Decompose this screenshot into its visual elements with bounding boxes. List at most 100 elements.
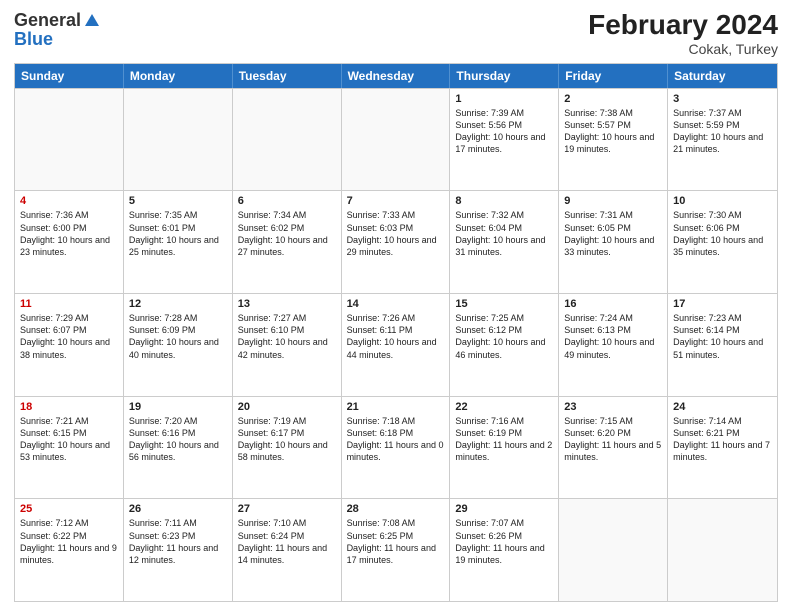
day-info: Sunrise: 7:16 AM Sunset: 6:19 PM Dayligh… [455,416,552,462]
day-info: Sunrise: 7:36 AM Sunset: 6:00 PM Dayligh… [20,210,110,256]
calendar-row-2: 4 Sunrise: 7:36 AM Sunset: 6:00 PM Daylig… [15,190,777,293]
day-info: Sunrise: 7:24 AM Sunset: 6:13 PM Dayligh… [564,313,654,359]
day-number: 3 [673,93,772,105]
day-number: 15 [455,298,553,310]
calendar-row-5: 25Sunrise: 7:12 AM Sunset: 6:22 PM Dayli… [15,498,777,601]
day-cell-7: 7Sunrise: 7:33 AM Sunset: 6:03 PM Daylig… [342,191,451,293]
empty-cell [124,89,233,191]
day-info: Sunrise: 7:07 AM Sunset: 6:26 PM Dayligh… [455,518,544,564]
calendar-body: 1 Sunrise: 7:39 AM Sunset: 5:56 PM Daylig… [15,88,777,601]
day-cell-12: 12 Sunrise: 7:28 AM Sunset: 6:09 PM Dayli… [124,294,233,396]
calendar-row-4: 18 Sunrise: 7:21 AM Sunset: 6:15 PM Dayli… [15,396,777,499]
logo-icon [83,12,101,30]
header: General Blue February 2024 Cokak, Turkey [14,10,778,57]
day-number: 16 [564,298,662,310]
day-cell-4: 4 Sunrise: 7:36 AM Sunset: 6:00 PM Daylig… [15,191,124,293]
day-cell-22: 22 Sunrise: 7:16 AM Sunset: 6:19 PM Dayli… [450,397,559,499]
day-cell-8: 8Sunrise: 7:32 AM Sunset: 6:04 PM Daylig… [450,191,559,293]
day-cell-3: 3 Sunrise: 7:37 AM Sunset: 5:59 PM Daylig… [668,89,777,191]
day-number: 4 [20,195,118,207]
day-cell-14: 14 Sunrise: 7:26 AM Sunset: 6:11 PM Dayli… [342,294,451,396]
title-block: February 2024 Cokak, Turkey [588,10,778,57]
day-info: Sunrise: 7:26 AM Sunset: 6:11 PM Dayligh… [347,313,437,359]
day-number: 28 [347,503,445,515]
day-cell-16: 16 Sunrise: 7:24 AM Sunset: 6:13 PM Dayli… [559,294,668,396]
day-cell-27: 27 Sunrise: 7:10 AM Sunset: 6:24 PM Dayli… [233,499,342,601]
logo-general-text: General [14,10,81,31]
day-number: 13 [238,298,336,310]
day-number: 9 [564,195,662,207]
day-cell-28: 28 Sunrise: 7:08 AM Sunset: 6:25 PM Dayli… [342,499,451,601]
day-info: Sunrise: 7:35 AM Sunset: 6:01 PM Dayligh… [129,210,219,256]
day-info: Sunrise: 7:23 AM Sunset: 6:14 PM Dayligh… [673,313,763,359]
page: General Blue February 2024 Cokak, Turkey… [0,0,792,612]
empty-cell [15,89,124,191]
day-number: 14 [347,298,445,310]
header-saturday: Saturday [668,64,777,88]
day-cell-1: 1 Sunrise: 7:39 AM Sunset: 5:56 PM Daylig… [450,89,559,191]
day-info: Sunrise: 7:11 AM Sunset: 6:23 PM Dayligh… [129,518,218,564]
header-wednesday: Wednesday [342,64,451,88]
calendar-row-3: 11 Sunrise: 7:29 AM Sunset: 6:07 PM Dayli… [15,293,777,396]
day-number: 8 [455,195,553,207]
day-number: 26 [129,503,227,515]
day-info: Sunrise: 7:10 AM Sunset: 6:24 PM Dayligh… [238,518,327,564]
empty-cell [559,499,668,601]
day-cell-26: 26 Sunrise: 7:11 AM Sunset: 6:23 PM Dayli… [124,499,233,601]
day-cell-2: 2Sunrise: 7:38 AM Sunset: 5:57 PM Daylig… [559,89,668,191]
day-info: Sunrise: 7:28 AM Sunset: 6:09 PM Dayligh… [129,313,219,359]
day-cell-13: 13 Sunrise: 7:27 AM Sunset: 6:10 PM Dayli… [233,294,342,396]
day-info: Sunrise: 7:38 AM Sunset: 5:57 PM Dayligh… [564,108,654,154]
day-info: Sunrise: 7:29 AM Sunset: 6:07 PM Dayligh… [20,313,110,359]
day-number: 12 [129,298,227,310]
day-number: 20 [238,401,336,413]
day-cell-18: 18 Sunrise: 7:21 AM Sunset: 6:15 PM Dayli… [15,397,124,499]
day-number: 27 [238,503,336,515]
day-number: 6 [238,195,336,207]
day-cell-19: 19 Sunrise: 7:20 AM Sunset: 6:16 PM Dayli… [124,397,233,499]
day-number: 22 [455,401,553,413]
day-info: Sunrise: 7:33 AM Sunset: 6:03 PM Dayligh… [347,210,437,256]
day-cell-24: 24Sunrise: 7:14 AM Sunset: 6:21 PM Dayli… [668,397,777,499]
day-info: Sunrise: 7:12 AM Sunset: 6:22 PM Dayligh… [20,518,117,564]
empty-cell [233,89,342,191]
day-cell-21: 21 Sunrise: 7:18 AM Sunset: 6:18 PM Dayli… [342,397,451,499]
day-cell-5: 5Sunrise: 7:35 AM Sunset: 6:01 PM Daylig… [124,191,233,293]
day-number: 17 [673,298,772,310]
day-number: 23 [564,401,662,413]
header-monday: Monday [124,64,233,88]
day-number: 1 [455,93,553,105]
empty-cell [668,499,777,601]
day-info: Sunrise: 7:25 AM Sunset: 6:12 PM Dayligh… [455,313,545,359]
day-info: Sunrise: 7:08 AM Sunset: 6:25 PM Dayligh… [347,518,436,564]
day-number: 11 [20,298,118,310]
day-info: Sunrise: 7:21 AM Sunset: 6:15 PM Dayligh… [20,416,110,462]
calendar-header: Sunday Monday Tuesday Wednesday Thursday… [15,64,777,88]
day-cell-17: 17 Sunrise: 7:23 AM Sunset: 6:14 PM Dayli… [668,294,777,396]
day-info: Sunrise: 7:30 AM Sunset: 6:06 PM Dayligh… [673,210,763,256]
day-cell-25: 25Sunrise: 7:12 AM Sunset: 6:22 PM Dayli… [15,499,124,601]
day-info: Sunrise: 7:31 AM Sunset: 6:05 PM Dayligh… [564,210,654,256]
day-cell-9: 9 Sunrise: 7:31 AM Sunset: 6:05 PM Daylig… [559,191,668,293]
empty-cell [342,89,451,191]
day-cell-23: 23Sunrise: 7:15 AM Sunset: 6:20 PM Dayli… [559,397,668,499]
header-sunday: Sunday [15,64,124,88]
day-number: 18 [20,401,118,413]
day-number: 21 [347,401,445,413]
month-year-title: February 2024 [588,10,778,41]
logo-blue-text: Blue [14,29,53,50]
day-cell-11: 11 Sunrise: 7:29 AM Sunset: 6:07 PM Dayli… [15,294,124,396]
day-cell-29: 29Sunrise: 7:07 AM Sunset: 6:26 PM Dayli… [450,499,559,601]
day-info: Sunrise: 7:34 AM Sunset: 6:02 PM Dayligh… [238,210,328,256]
day-info: Sunrise: 7:27 AM Sunset: 6:10 PM Dayligh… [238,313,328,359]
day-info: Sunrise: 7:37 AM Sunset: 5:59 PM Dayligh… [673,108,763,154]
day-number: 19 [129,401,227,413]
day-cell-20: 20Sunrise: 7:19 AM Sunset: 6:17 PM Dayli… [233,397,342,499]
header-tuesday: Tuesday [233,64,342,88]
day-info: Sunrise: 7:20 AM Sunset: 6:16 PM Dayligh… [129,416,219,462]
header-friday: Friday [559,64,668,88]
day-info: Sunrise: 7:39 AM Sunset: 5:56 PM Dayligh… [455,108,545,154]
day-cell-10: 10Sunrise: 7:30 AM Sunset: 6:06 PM Dayli… [668,191,777,293]
calendar: Sunday Monday Tuesday Wednesday Thursday… [14,63,778,602]
day-info: Sunrise: 7:18 AM Sunset: 6:18 PM Dayligh… [347,416,444,462]
